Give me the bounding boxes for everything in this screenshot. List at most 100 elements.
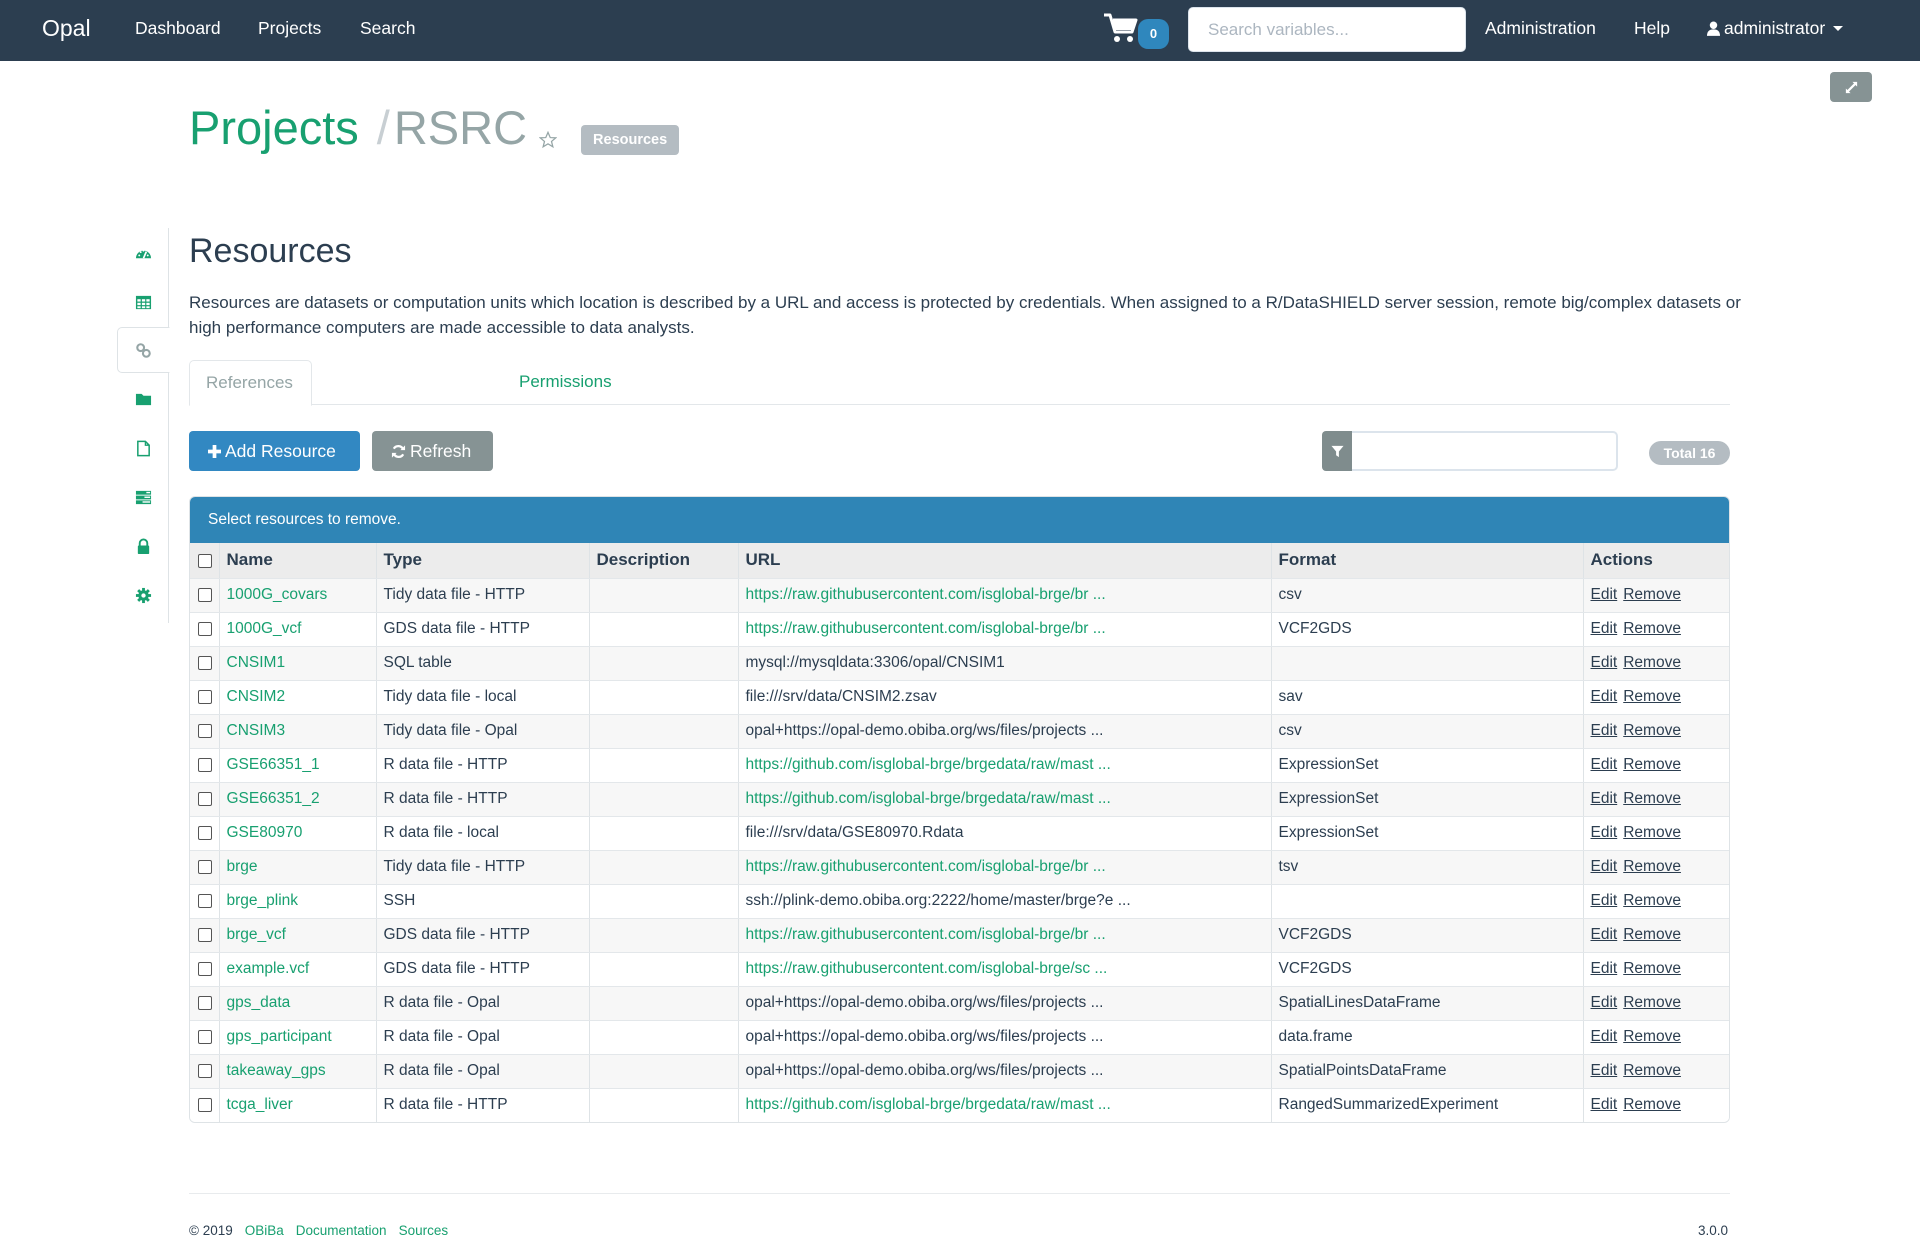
resource-name-link[interactable]: CNSIM3 <box>227 722 286 739</box>
resource-url-link[interactable]: https://github.com/isglobal-brge/brgedat… <box>746 756 1111 773</box>
column-header-format[interactable]: Format <box>1271 543 1584 579</box>
sidebar-item-reports[interactable] <box>117 425 169 471</box>
row-checkbox[interactable] <box>198 1029 212 1044</box>
edit-link[interactable]: Edit <box>1591 824 1618 841</box>
row-checkbox[interactable] <box>198 961 212 976</box>
remove-link[interactable]: Remove <box>1623 824 1681 841</box>
resource-name-link[interactable]: tcga_liver <box>227 1096 293 1113</box>
remove-link[interactable]: Remove <box>1623 926 1681 943</box>
user-menu[interactable]: administrator <box>1707 18 1844 39</box>
resource-name-link[interactable]: gps_participant <box>227 1028 332 1045</box>
star-icon[interactable] <box>538 130 558 149</box>
nav-help[interactable]: Help <box>1634 18 1670 39</box>
row-checkbox[interactable] <box>198 689 212 704</box>
resource-url-link[interactable]: https://raw.githubusercontent.com/isglob… <box>746 960 1108 977</box>
search-variables-input[interactable] <box>1188 7 1466 52</box>
column-header-name[interactable]: Name <box>219 543 377 579</box>
sidebar-item-administration[interactable] <box>117 572 169 618</box>
footer-link-documentation[interactable]: Documentation <box>296 1223 387 1238</box>
sidebar-item-tables[interactable] <box>117 279 169 325</box>
remove-link[interactable]: Remove <box>1623 620 1681 637</box>
row-checkbox[interactable] <box>198 723 212 738</box>
row-checkbox[interactable] <box>198 859 212 874</box>
remove-link[interactable]: Remove <box>1623 994 1681 1011</box>
resource-name-link[interactable]: CNSIM2 <box>227 688 286 705</box>
footer-link-sources[interactable]: Sources <box>399 1223 449 1238</box>
resource-name-link[interactable]: brge <box>227 858 258 875</box>
edit-link[interactable]: Edit <box>1591 1096 1618 1113</box>
tab-permissions[interactable]: Permissions <box>503 360 628 406</box>
resource-name-link[interactable]: 1000G_vcf <box>227 620 302 637</box>
sidebar-item-resources[interactable] <box>117 327 170 373</box>
resource-name-link[interactable]: CNSIM1 <box>227 654 286 671</box>
resource-name-link[interactable]: example.vcf <box>227 960 310 977</box>
column-header-type[interactable]: Type <box>376 543 590 579</box>
sidebar-item-permissions[interactable] <box>117 523 169 569</box>
footer-link-obiba[interactable]: OBiBa <box>245 1223 284 1238</box>
row-checkbox[interactable] <box>198 655 212 670</box>
sidebar-item-files[interactable] <box>117 376 169 422</box>
edit-link[interactable]: Edit <box>1591 756 1618 773</box>
row-checkbox[interactable] <box>198 995 212 1010</box>
resource-name-link[interactable]: 1000G_covars <box>227 586 328 603</box>
row-checkbox[interactable] <box>198 1098 212 1113</box>
remove-link[interactable]: Remove <box>1623 722 1681 739</box>
row-checkbox[interactable] <box>198 587 212 602</box>
row-checkbox[interactable] <box>198 927 212 942</box>
edit-link[interactable]: Edit <box>1591 586 1618 603</box>
nav-projects[interactable]: Projects <box>258 18 321 39</box>
remove-link[interactable]: Remove <box>1623 756 1681 773</box>
edit-link[interactable]: Edit <box>1591 994 1618 1011</box>
remove-link[interactable]: Remove <box>1623 1028 1681 1045</box>
resource-name-link[interactable]: brge_plink <box>227 892 299 909</box>
select-all-checkbox[interactable] <box>198 553 212 568</box>
remove-link[interactable]: Remove <box>1623 892 1681 909</box>
remove-link[interactable]: Remove <box>1623 790 1681 807</box>
resource-url-link[interactable]: https://raw.githubusercontent.com/isglob… <box>746 586 1106 603</box>
edit-link[interactable]: Edit <box>1591 960 1618 977</box>
cart-icon[interactable] <box>1103 12 1139 44</box>
resource-url-link[interactable]: https://raw.githubusercontent.com/isglob… <box>746 926 1106 943</box>
edit-link[interactable]: Edit <box>1591 858 1618 875</box>
edit-link[interactable]: Edit <box>1591 688 1618 705</box>
nav-dashboard[interactable]: Dashboard <box>135 18 221 39</box>
column-header-description[interactable]: Description <box>589 543 739 579</box>
add-resource-button[interactable]: Add Resource <box>189 431 360 471</box>
resource-name-link[interactable]: gps_data <box>227 994 291 1011</box>
remove-link[interactable]: Remove <box>1623 586 1681 603</box>
resource-url-link[interactable]: https://raw.githubusercontent.com/isglob… <box>746 858 1106 875</box>
row-checkbox[interactable] <box>198 893 212 908</box>
resource-name-link[interactable]: GSE66351_1 <box>227 756 320 773</box>
edit-link[interactable]: Edit <box>1591 790 1618 807</box>
edit-link[interactable]: Edit <box>1591 926 1618 943</box>
remove-link[interactable]: Remove <box>1623 688 1681 705</box>
edit-link[interactable]: Edit <box>1591 892 1618 909</box>
breadcrumb-projects[interactable]: Projects <box>189 100 359 155</box>
resource-url-link[interactable]: https://github.com/isglobal-brge/brgedat… <box>746 1096 1111 1113</box>
row-checkbox[interactable] <box>198 621 212 636</box>
sidebar-item-dashboard[interactable] <box>117 230 169 276</box>
brand-logo[interactable]: Opal <box>42 15 91 42</box>
row-checkbox[interactable] <box>198 1063 212 1078</box>
remove-link[interactable]: Remove <box>1623 960 1681 977</box>
row-checkbox[interactable] <box>198 791 212 806</box>
edit-link[interactable]: Edit <box>1591 1028 1618 1045</box>
fullscreen-button[interactable] <box>1830 72 1872 102</box>
filter-input[interactable] <box>1352 431 1618 471</box>
resource-url-link[interactable]: https://raw.githubusercontent.com/isglob… <box>746 620 1106 637</box>
resource-url-link[interactable]: https://github.com/isglobal-brge/brgedat… <box>746 790 1111 807</box>
edit-link[interactable]: Edit <box>1591 1062 1618 1079</box>
remove-link[interactable]: Remove <box>1623 1096 1681 1113</box>
row-checkbox[interactable] <box>198 757 212 772</box>
remove-link[interactable]: Remove <box>1623 858 1681 875</box>
edit-link[interactable]: Edit <box>1591 722 1618 739</box>
resource-name-link[interactable]: brge_vcf <box>227 926 286 943</box>
edit-link[interactable]: Edit <box>1591 620 1618 637</box>
remove-link[interactable]: Remove <box>1623 654 1681 671</box>
edit-link[interactable]: Edit <box>1591 654 1618 671</box>
tab-references[interactable]: References <box>189 360 312 406</box>
remove-link[interactable]: Remove <box>1623 1062 1681 1079</box>
resource-name-link[interactable]: GSE80970 <box>227 824 303 841</box>
resource-name-link[interactable]: GSE66351_2 <box>227 790 320 807</box>
nav-administration[interactable]: Administration <box>1485 18 1596 39</box>
